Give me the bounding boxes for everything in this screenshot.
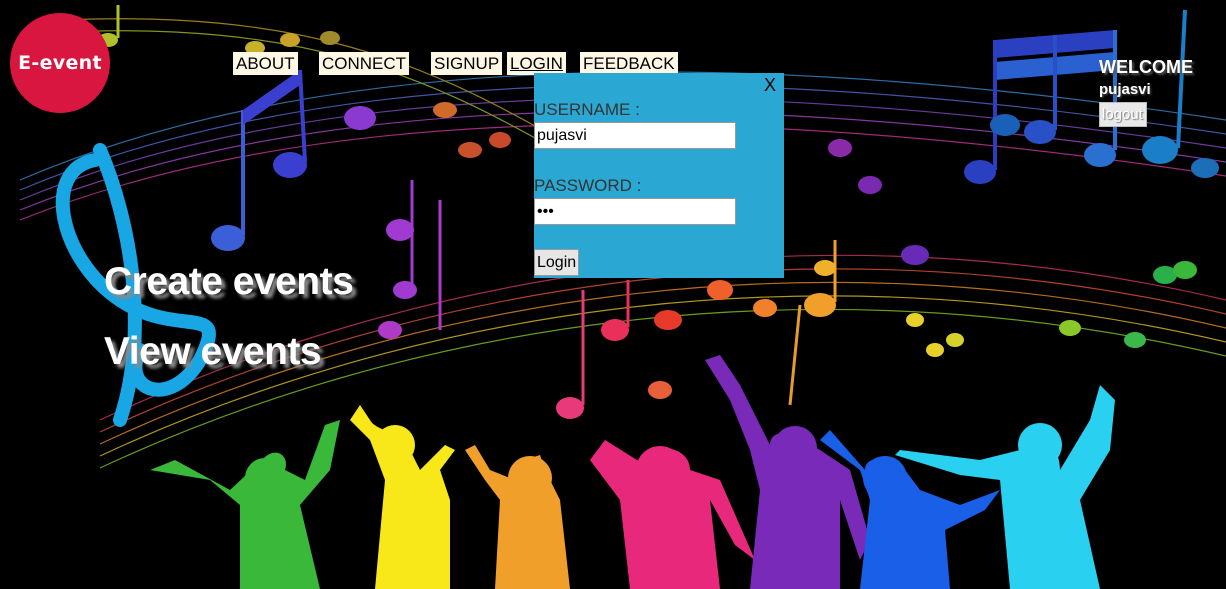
login-submit-button[interactable]: Login: [534, 249, 579, 276]
nav-about[interactable]: ABOUT: [233, 52, 298, 75]
nav-feedback[interactable]: FEEDBACK: [580, 52, 678, 75]
close-icon[interactable]: X: [764, 75, 776, 96]
logo[interactable]: E-event: [10, 13, 110, 113]
nav-login[interactable]: LOGIN: [507, 52, 566, 75]
nav-signup[interactable]: SIGNUP: [431, 52, 503, 75]
password-label: PASSWORD :: [534, 176, 642, 195]
logo-text: E-event: [18, 52, 102, 74]
create-events-link[interactable]: Create events: [104, 260, 354, 304]
nav-connect[interactable]: CONNECT: [319, 52, 410, 75]
username-input[interactable]: [534, 122, 736, 149]
login-modal: X USERNAME : PASSWORD : Login: [534, 73, 784, 278]
password-input[interactable]: [534, 198, 736, 225]
current-username: pujasvi: [1099, 81, 1151, 98]
logout-button[interactable]: logout: [1099, 102, 1147, 127]
view-events-link[interactable]: View events: [104, 330, 322, 374]
username-label: USERNAME :: [534, 100, 640, 119]
welcome-label: WELCOME: [1099, 57, 1193, 77]
